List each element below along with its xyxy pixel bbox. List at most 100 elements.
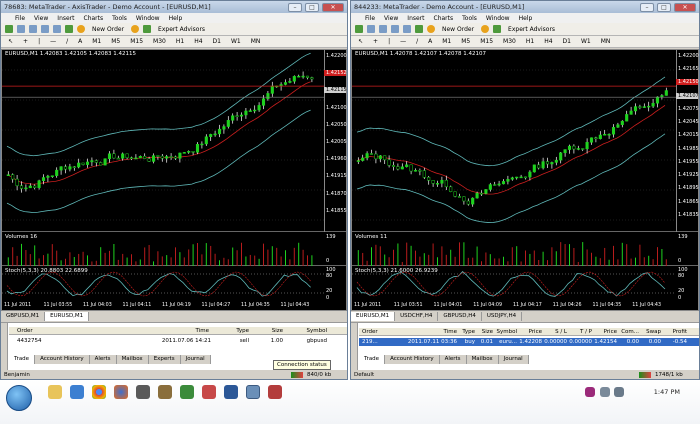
- volume-icon[interactable]: [614, 387, 624, 397]
- menu-file[interactable]: File: [365, 15, 375, 22]
- profiles-icon[interactable]: [17, 25, 25, 33]
- left-chart-window[interactable]: EURUSD,M1 1.42083 1.42105 1.42083 1.4211…: [1, 49, 347, 311]
- left-price-panel[interactable]: EURUSD,M1 1.42083 1.42105 1.42083 1.4211…: [2, 50, 347, 232]
- col-symbol[interactable]: Symbol: [283, 328, 328, 334]
- text-tool-icon[interactable]: A: [75, 36, 85, 47]
- maximize-button[interactable]: □: [305, 2, 319, 12]
- menu-insert[interactable]: Insert: [407, 15, 424, 22]
- price-chart-canvas[interactable]: [2, 50, 324, 232]
- terminal-icon[interactable]: [65, 25, 73, 33]
- period-m1[interactable]: M1: [89, 36, 104, 47]
- menu-window[interactable]: Window: [136, 15, 160, 22]
- word-icon[interactable]: [224, 385, 238, 399]
- col-order[interactable]: Order: [359, 329, 395, 335]
- col-tp[interactable]: T / P: [567, 329, 592, 335]
- crosshair-icon[interactable]: +: [20, 36, 31, 47]
- period-mn[interactable]: MN: [248, 36, 264, 47]
- app-icon-3[interactable]: [180, 385, 194, 399]
- data-window-icon[interactable]: [41, 25, 49, 33]
- terminal-tab-mailbox[interactable]: Mailbox: [117, 355, 149, 364]
- minimize-button[interactable]: –: [640, 2, 654, 12]
- app-icon-1[interactable]: [136, 385, 150, 399]
- col-swap[interactable]: Swap: [639, 329, 661, 335]
- period-m5[interactable]: M5: [108, 36, 123, 47]
- period-w1[interactable]: W1: [228, 36, 244, 47]
- col-cur-price[interactable]: Price: [592, 329, 617, 335]
- terminal-tab-journal[interactable]: Journal: [181, 355, 211, 364]
- close-button[interactable]: ✕: [322, 2, 344, 12]
- connection-bars-icon[interactable]: [639, 371, 651, 378]
- chart-tab-usdjpy[interactable]: USDJPY,H4: [481, 312, 523, 321]
- menu-tools[interactable]: Tools: [112, 15, 127, 22]
- horizontal-line-icon[interactable]: —: [47, 36, 59, 47]
- period-mn[interactable]: MN: [598, 36, 614, 47]
- app-icon-2[interactable]: [158, 385, 172, 399]
- chart-tab-gbpusd[interactable]: GBPUSD,M1: [1, 312, 46, 321]
- media-player-icon[interactable]: [70, 385, 84, 399]
- profiles-icon[interactable]: [367, 25, 375, 33]
- period-d1[interactable]: D1: [210, 36, 224, 47]
- terminal-tab-journal[interactable]: Journal: [499, 355, 529, 364]
- trendline-icon[interactable]: /: [413, 36, 421, 47]
- terminal-side-label[interactable]: [351, 323, 358, 370]
- network-icon[interactable]: [600, 387, 610, 397]
- menu-help[interactable]: Help: [519, 15, 533, 22]
- terminal-side-label[interactable]: [1, 323, 8, 370]
- chart-tab-gbpusd[interactable]: GBPUSD,H4: [438, 312, 482, 321]
- vertical-line-icon[interactable]: |: [35, 36, 43, 47]
- text-tool-icon[interactable]: A: [425, 36, 435, 47]
- metaeditor-icon[interactable]: [481, 25, 490, 33]
- chart-tab-eurusd[interactable]: EURUSD,M1: [45, 312, 90, 321]
- menu-charts[interactable]: Charts: [434, 15, 454, 22]
- col-price[interactable]: Price: [517, 329, 542, 335]
- menu-insert[interactable]: Insert: [57, 15, 74, 22]
- cursor-tool-icon[interactable]: ↖: [5, 36, 16, 47]
- menu-view[interactable]: View: [384, 15, 398, 22]
- terminal-tab-account-history[interactable]: Account History: [35, 355, 90, 364]
- market-watch-icon[interactable]: [29, 25, 37, 33]
- right-volumes-panel[interactable]: Volumes 11 139 0: [352, 233, 698, 266]
- close-button[interactable]: ✕: [674, 2, 696, 12]
- table-row[interactable]: 4432754 2011.07.06 14:21 sell 1.00 gbpus…: [9, 337, 347, 345]
- col-type[interactable]: Type: [209, 328, 249, 334]
- metatrader-taskbar-icon-2[interactable]: [268, 385, 282, 399]
- period-h1[interactable]: H1: [173, 36, 187, 47]
- left-title-bar[interactable]: 78683: MetaTrader - AxisTrader - Demo Ac…: [1, 1, 347, 13]
- left-stoch-panel[interactable]: Stoch(5,3,3) 20.8803 22.6899 100 80 20 0: [2, 267, 346, 302]
- vertical-line-icon[interactable]: |: [385, 36, 393, 47]
- menu-charts[interactable]: Charts: [84, 15, 104, 22]
- col-symbol[interactable]: Symbol: [493, 329, 518, 335]
- right-chart-window[interactable]: EURUSD,M1 1.42078 1.42107 1.42078 1.4210…: [351, 49, 699, 311]
- col-commission[interactable]: Com...: [617, 329, 639, 335]
- menu-help[interactable]: Help: [169, 15, 183, 22]
- terminal-tab-alerts[interactable]: Alerts: [90, 355, 117, 364]
- tray-app-n-icon[interactable]: [585, 387, 595, 397]
- menu-view[interactable]: View: [34, 15, 48, 22]
- col-type[interactable]: Type: [457, 329, 475, 335]
- period-d1[interactable]: D1: [560, 36, 574, 47]
- col-profit[interactable]: Profit: [661, 329, 687, 335]
- period-w1[interactable]: W1: [578, 36, 594, 47]
- connection-bars-icon[interactable]: [291, 371, 303, 378]
- start-button-icon[interactable]: [6, 385, 32, 411]
- minimize-button[interactable]: –: [288, 2, 302, 12]
- expert-advisors-button[interactable]: Expert Advisors: [505, 24, 558, 35]
- col-sl[interactable]: S / L: [542, 329, 567, 335]
- price-chart-canvas[interactable]: [352, 50, 676, 232]
- terminal-tab-trade[interactable]: Trade: [359, 355, 386, 364]
- period-m30[interactable]: M30: [500, 36, 519, 47]
- market-watch-icon[interactable]: [379, 25, 387, 33]
- chrome-icon[interactable]: [92, 385, 106, 399]
- new-order-button[interactable]: New Order: [89, 24, 127, 35]
- period-m30[interactable]: M30: [150, 36, 169, 47]
- metatrader-taskbar-icon[interactable]: [246, 385, 260, 399]
- period-m15[interactable]: M15: [477, 36, 496, 47]
- horizontal-line-icon[interactable]: —: [397, 36, 409, 47]
- right-price-panel[interactable]: EURUSD,M1 1.42078 1.42107 1.42078 1.4210…: [352, 50, 699, 232]
- right-title-bar[interactable]: 844233: MetaTrader - Demo Account - [EUR…: [351, 1, 699, 13]
- volumes-canvas[interactable]: [352, 233, 676, 266]
- right-stoch-panel[interactable]: Stoch(5,3,3) 21.6000 26.9239 100 80 20 0: [352, 267, 698, 302]
- col-size[interactable]: Size: [249, 328, 283, 334]
- terminal-tab-experts[interactable]: Experts: [149, 355, 181, 364]
- terminal-icon[interactable]: [415, 25, 423, 33]
